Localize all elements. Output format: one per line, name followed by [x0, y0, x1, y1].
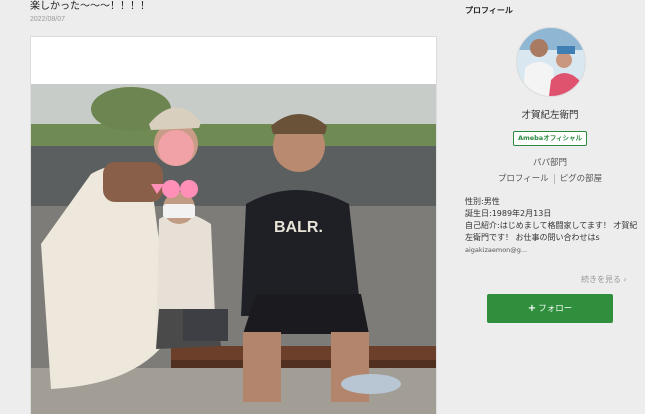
pigg-room-link[interactable]: ピグの部屋 [560, 174, 603, 184]
shirt-logo-text: BALR. [274, 219, 323, 236]
bio-text: 自己紹介:はじめまして格闘家してます！ 才賀紀左衛門です！ お仕事の問い合わせは… [465, 221, 638, 242]
chevron-right-icon: › [623, 275, 627, 284]
profile-category[interactable]: パパ部門 [455, 156, 645, 168]
bio-email-text: aigakizaemon@g... [465, 246, 528, 254]
post-card: BALR. [30, 36, 437, 414]
post-photo[interactable]: BALR. [31, 84, 436, 414]
avatar-image [517, 28, 585, 96]
follow-button[interactable]: + フォロー [487, 294, 613, 323]
avatar[interactable] [516, 27, 586, 97]
link-divider [553, 173, 555, 184]
profile-info: 性別:男性 誕生日:1989年2月13日 自己紹介:はじめまして格闘家してます！… [465, 196, 640, 256]
post-title[interactable]: 楽しかった〜〜〜！！！！ [30, 0, 440, 14]
post-date: 2022/08/07 [30, 16, 66, 23]
profile-links: プロフィール ピグの部屋 [455, 172, 645, 184]
read-more-label: 続きを見る [581, 275, 621, 284]
birthday-text: 誕生日:1989年2月13日 [465, 209, 552, 218]
follow-label: フォロー [538, 304, 573, 314]
post-photo-image: BALR. [31, 84, 436, 414]
profile-link[interactable]: プロフィール [498, 174, 549, 184]
profile-heading: プロフィール [465, 6, 513, 15]
profile-sidebar: プロフィール 才賀紀左衛門 Amebaオフィシャル パパ部門 プロフィールピグの… [455, 0, 645, 414]
gender-text: 性別:男性 [465, 197, 500, 206]
read-more-link[interactable]: 続きを見る › [581, 274, 627, 285]
ameba-official-badge: Amebaオフィシャル [513, 131, 587, 146]
plus-icon: + [527, 303, 537, 314]
profile-name[interactable]: 才賀紀左衛門 [455, 107, 645, 121]
